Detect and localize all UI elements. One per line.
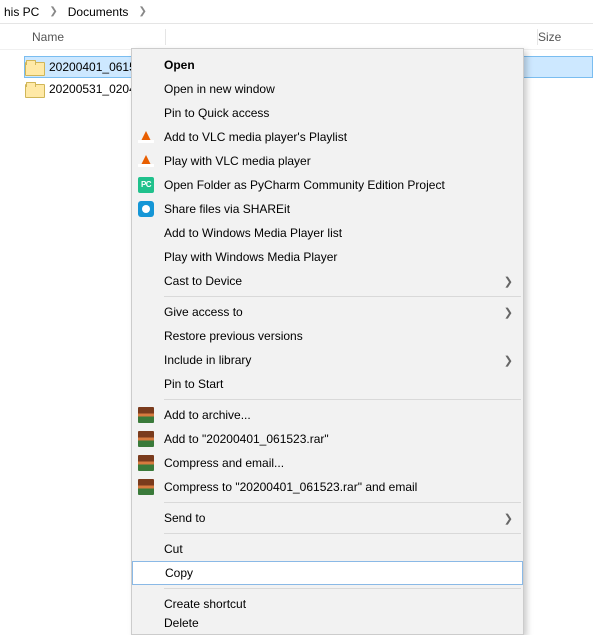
menu-wmp-play[interactable]: Play with Windows Media Player bbox=[132, 245, 523, 269]
chevron-right-icon: ❯ bbox=[504, 306, 513, 319]
chevron-right-icon: ❯ bbox=[504, 354, 513, 367]
menu-cast-to-device[interactable]: Cast to Device ❯ bbox=[132, 269, 523, 293]
menu-send-to[interactable]: Send to ❯ bbox=[132, 506, 523, 530]
menu-delete[interactable]: Delete bbox=[132, 616, 523, 630]
folder-icon bbox=[25, 82, 43, 96]
winrar-icon bbox=[138, 479, 154, 495]
column-divider bbox=[165, 29, 166, 45]
menu-winrar-add-named[interactable]: Add to "20200401_061523.rar" bbox=[132, 427, 523, 451]
menu-wmp-add[interactable]: Add to Windows Media Player list bbox=[132, 221, 523, 245]
menu-shareit[interactable]: Share files via SHAREit bbox=[132, 197, 523, 221]
vlc-icon bbox=[138, 153, 154, 169]
menu-separator bbox=[164, 588, 521, 589]
breadcrumb[interactable]: his PC ❯ Documents ❯ bbox=[0, 0, 593, 24]
breadcrumb-seg-documents[interactable]: Documents bbox=[64, 5, 133, 19]
breadcrumb-seg-pc[interactable]: his PC bbox=[0, 5, 43, 19]
winrar-icon bbox=[138, 455, 154, 471]
menu-cut[interactable]: Cut bbox=[132, 537, 523, 561]
menu-vlc-playlist[interactable]: Add to VLC media player's Playlist bbox=[132, 125, 523, 149]
menu-pin-quick-access[interactable]: Pin to Quick access bbox=[132, 101, 523, 125]
menu-copy[interactable]: Copy bbox=[132, 561, 523, 585]
column-header-size[interactable]: Size bbox=[538, 30, 593, 44]
menu-open-new-window[interactable]: Open in new window bbox=[132, 77, 523, 101]
menu-winrar-add-archive[interactable]: Add to archive... bbox=[132, 403, 523, 427]
menu-separator bbox=[164, 533, 521, 534]
menu-pycharm[interactable]: Open Folder as PyCharm Community Edition… bbox=[132, 173, 523, 197]
file-name: 20200531_02044 bbox=[49, 82, 142, 96]
folder-icon bbox=[25, 60, 43, 74]
menu-vlc-play[interactable]: Play with VLC media player bbox=[132, 149, 523, 173]
file-list: 20200401_06152 20200531_02044 Open Open … bbox=[0, 50, 593, 100]
winrar-icon bbox=[138, 407, 154, 423]
menu-include-in-library[interactable]: Include in library ❯ bbox=[132, 348, 523, 372]
column-header-row: Name Size bbox=[0, 24, 593, 50]
chevron-right-icon: ❯ bbox=[504, 275, 513, 288]
menu-open[interactable]: Open bbox=[132, 53, 523, 77]
file-name: 20200401_06152 bbox=[49, 60, 142, 74]
shareit-icon bbox=[138, 201, 154, 217]
menu-separator bbox=[164, 502, 521, 503]
chevron-right-icon: ❯ bbox=[132, 6, 152, 17]
menu-separator bbox=[164, 296, 521, 297]
menu-pin-to-start[interactable]: Pin to Start bbox=[132, 372, 523, 396]
menu-winrar-compress-email[interactable]: Compress and email... bbox=[132, 451, 523, 475]
menu-separator bbox=[164, 399, 521, 400]
menu-give-access[interactable]: Give access to ❯ bbox=[132, 300, 523, 324]
menu-restore-previous[interactable]: Restore previous versions bbox=[132, 324, 523, 348]
chevron-right-icon: ❯ bbox=[504, 512, 513, 525]
pycharm-icon bbox=[138, 177, 154, 193]
column-header-name[interactable]: Name bbox=[0, 30, 165, 44]
vlc-icon bbox=[138, 129, 154, 145]
chevron-right-icon: ❯ bbox=[43, 6, 63, 17]
menu-winrar-compress-named-email[interactable]: Compress to "20200401_061523.rar" and em… bbox=[132, 475, 523, 499]
context-menu: Open Open in new window Pin to Quick acc… bbox=[131, 48, 524, 635]
winrar-icon bbox=[138, 431, 154, 447]
menu-create-shortcut[interactable]: Create shortcut bbox=[132, 592, 523, 616]
